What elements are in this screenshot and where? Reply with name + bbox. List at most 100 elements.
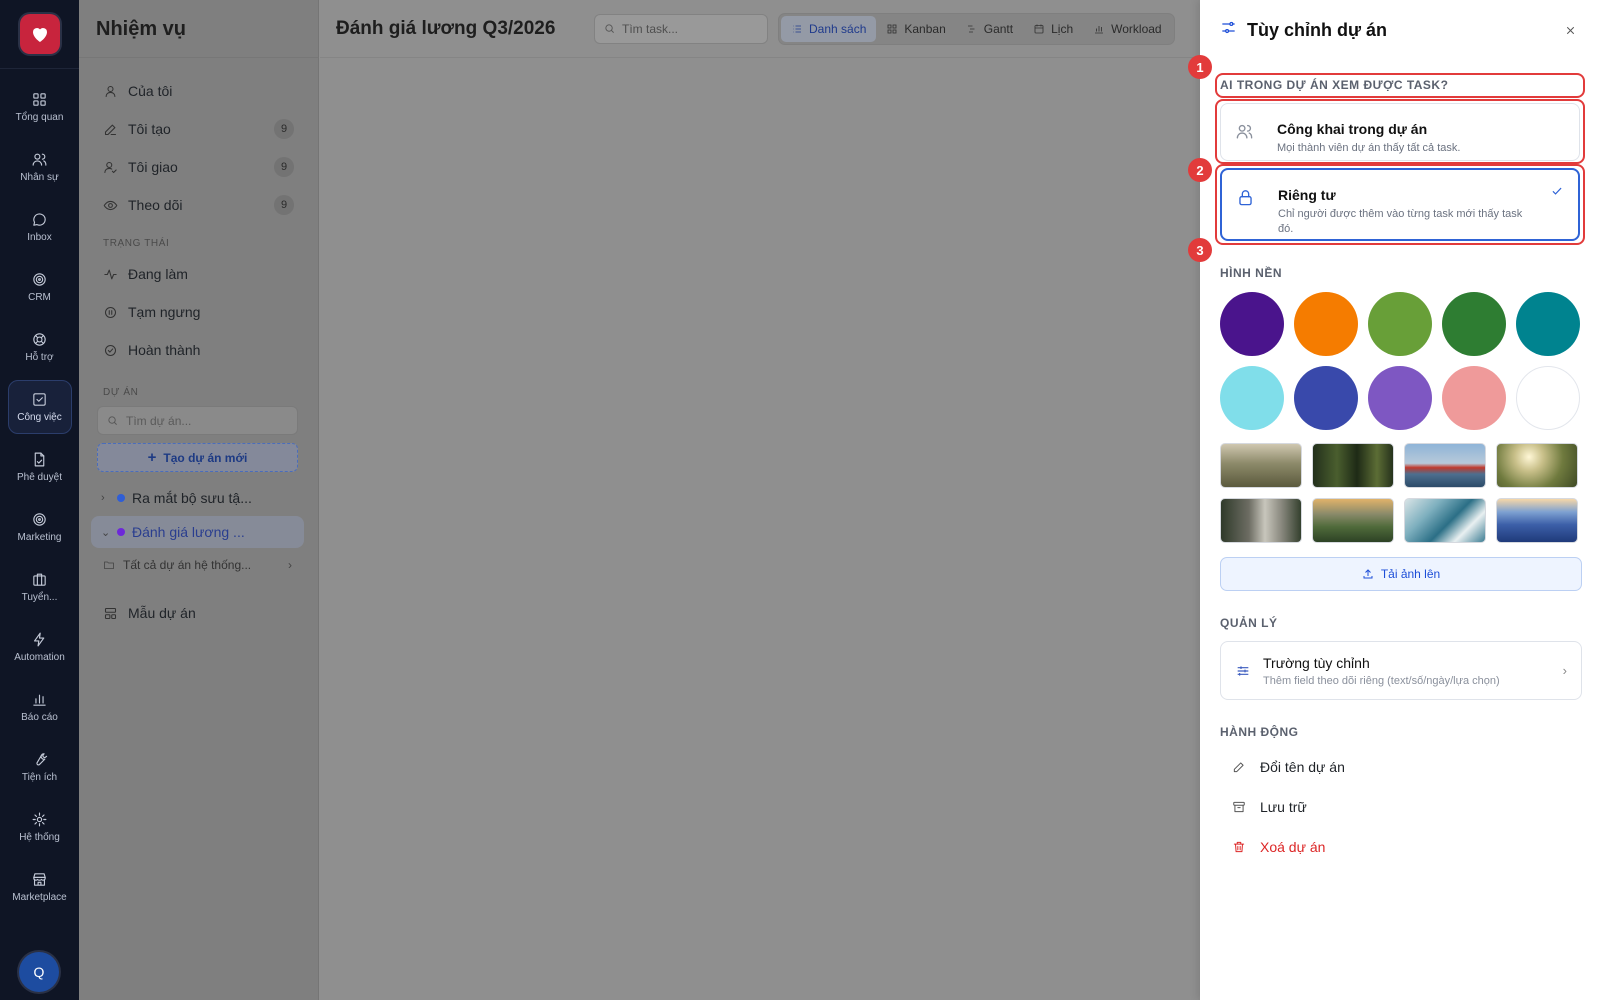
visibility-option-private[interactable]: Riêng tư Chỉ người được thêm vào từng ta… <box>1220 168 1580 241</box>
rail-item-overview[interactable]: Tổng quan <box>8 80 72 134</box>
custom-fields-title: Trường tùy chỉnh <box>1263 654 1370 671</box>
color-swatch[interactable] <box>1368 366 1432 430</box>
main-area: Đánh giá lương Q3/2026 Tìm task... Danh … <box>320 0 1200 1000</box>
templates-label: Mẫu dự án <box>128 605 196 621</box>
sliders-icon <box>1237 665 1249 676</box>
sidebar-item-following[interactable]: Theo dõi 9 <box>91 186 306 224</box>
rail-item-hr[interactable]: Nhân sự <box>8 140 72 194</box>
tab-calendar[interactable]: Lịch <box>1023 16 1083 42</box>
color-swatch[interactable] <box>1220 292 1284 356</box>
calendar-icon <box>1034 24 1044 33</box>
color-swatch[interactable] <box>1442 292 1506 356</box>
rename-project-button[interactable]: Đổi tên dự án <box>1220 748 1582 786</box>
custom-fields-description: Thêm field theo dõi riêng (text/số/ngày/… <box>1263 674 1500 687</box>
tab-label: Gantt <box>983 21 1014 36</box>
rail-item-label: Inbox <box>27 232 52 243</box>
bar-chart-icon <box>1095 25 1104 33</box>
action-label: Xoá dự án <box>1260 839 1326 855</box>
sidebar-item-label: Theo dõi <box>128 197 183 213</box>
task-search-input[interactable]: Tìm task... <box>594 13 768 44</box>
rail-item-inbox[interactable]: Inbox <box>8 200 72 254</box>
chevron-right-icon[interactable]: › <box>101 492 111 504</box>
status-in-progress[interactable]: Đang làm <box>91 255 306 293</box>
sidebar-item-label: Tôi tạo <box>128 121 171 137</box>
upload-image-button[interactable]: Tải ảnh lên <box>1220 557 1582 591</box>
templates-item[interactable]: Mẫu dự án <box>89 594 306 632</box>
rail-item-label: Hệ thống <box>19 832 60 843</box>
photo-thumbnail[interactable] <box>1220 498 1302 543</box>
status-label: Tạm ngưng <box>128 304 201 320</box>
activity-icon <box>104 269 117 279</box>
pencil-icon <box>1233 762 1244 773</box>
upload-icon <box>1363 569 1373 579</box>
project-item[interactable]: › Ra mắt bộ sưu tậ... <box>91 482 304 514</box>
tab-list[interactable]: Danh sách <box>781 15 877 42</box>
delete-project-button[interactable]: Xoá dự án <box>1220 828 1582 866</box>
tab-workload[interactable]: Workload <box>1083 16 1171 42</box>
color-swatch[interactable] <box>1516 366 1580 430</box>
rail-item-reports[interactable]: Báo cáo <box>8 680 72 734</box>
tab-gantt[interactable]: Gantt <box>956 16 1023 42</box>
rail-item-recruit[interactable]: Tuyển... <box>8 560 72 614</box>
sidebar-item-assigned[interactable]: Tôi giao 9 <box>91 148 306 186</box>
panel-title: Tùy chỉnh dự án <box>1247 19 1388 40</box>
sidebar-item-created[interactable]: Tôi tạo 9 <box>91 110 306 148</box>
search-placeholder: Tìm dự án... <box>126 413 192 428</box>
color-swatch[interactable] <box>1516 292 1580 356</box>
gantt-icon <box>967 25 975 32</box>
status-done[interactable]: Hoàn thành <box>91 331 306 369</box>
photo-thumbnail[interactable] <box>1404 443 1486 488</box>
status-paused[interactable]: Tạm ngưng <box>91 293 306 331</box>
wrench-icon <box>36 753 48 766</box>
lifebuoy-icon <box>33 333 46 346</box>
chevron-right-icon: › <box>1562 663 1567 678</box>
user-check-icon <box>104 161 117 173</box>
all-projects-link[interactable]: Tất cả dự án hệ thống... › <box>89 550 306 580</box>
photo-thumbnail[interactable] <box>1220 443 1302 488</box>
visibility-heading: AI TRONG DỰ ÁN XEM ĐƯỢC TASK? <box>1220 78 1449 92</box>
color-swatch[interactable] <box>1294 366 1358 430</box>
rail-item-utilities[interactable]: Tiện ích <box>8 740 72 794</box>
color-swatch[interactable] <box>1220 366 1284 430</box>
photo-thumbnail[interactable] <box>1496 498 1578 543</box>
color-swatch[interactable] <box>1294 292 1358 356</box>
count-badge: 9 <box>274 119 294 139</box>
rail-item-marketing[interactable]: Marketing <box>8 500 72 554</box>
users-icon <box>32 153 47 166</box>
new-project-button[interactable]: + Tạo dự án mới <box>97 443 298 472</box>
search-icon <box>605 24 614 33</box>
sliders-icon <box>1220 19 1237 41</box>
project-item-active[interactable]: ⌄ Đánh giá lương ... <box>91 516 304 548</box>
annotation-marker-2: 2 <box>1188 158 1212 182</box>
eye-icon <box>103 200 118 210</box>
close-icon[interactable] <box>1560 20 1580 40</box>
rail-item-system[interactable]: Hệ thống <box>8 800 72 854</box>
project-search-input[interactable]: Tìm dự án... <box>97 406 298 435</box>
rail-item-approval[interactable]: Phê duyệt <box>8 440 72 494</box>
chevron-down-icon[interactable]: ⌄ <box>101 526 111 539</box>
photo-thumbnail[interactable] <box>1404 498 1486 543</box>
rail-item-support[interactable]: Hỗ trợ <box>8 320 72 374</box>
color-swatch[interactable] <box>1368 292 1432 356</box>
visibility-option-public[interactable]: Công khai trong dự án Mọi thành viên dự … <box>1220 103 1580 161</box>
custom-fields-item[interactable]: Trường tùy chỉnh Thêm field theo dõi riê… <box>1220 641 1582 700</box>
grid-icon <box>33 93 46 106</box>
rail-item-tasks[interactable]: Công việc <box>7 380 72 434</box>
photo-thumbnail[interactable] <box>1312 443 1394 488</box>
sidebar-title: Nhiệm vụ <box>79 0 318 58</box>
archive-project-button[interactable]: Lưu trữ <box>1220 788 1582 826</box>
project-title: Đánh giá lương Q3/2026 <box>336 17 556 39</box>
photo-thumbnail[interactable] <box>1496 443 1578 488</box>
sidebar-item-mine[interactable]: Của tôi <box>91 72 306 110</box>
sidebar-item-label: Của tôi <box>128 83 173 99</box>
photo-thumbnail[interactable] <box>1312 498 1394 543</box>
color-swatch[interactable] <box>1442 366 1506 430</box>
heart-icon <box>32 28 47 42</box>
rail-item-crm[interactable]: CRM <box>8 260 72 314</box>
tab-kanban[interactable]: Kanban <box>876 16 955 42</box>
rail-item-automation[interactable]: Automation <box>8 620 72 674</box>
user-avatar[interactable]: Q <box>19 952 59 992</box>
photo-backgrounds <box>1220 443 1582 543</box>
rail-item-marketplace[interactable]: Marketplace <box>8 860 72 914</box>
app-logo[interactable] <box>19 14 60 54</box>
